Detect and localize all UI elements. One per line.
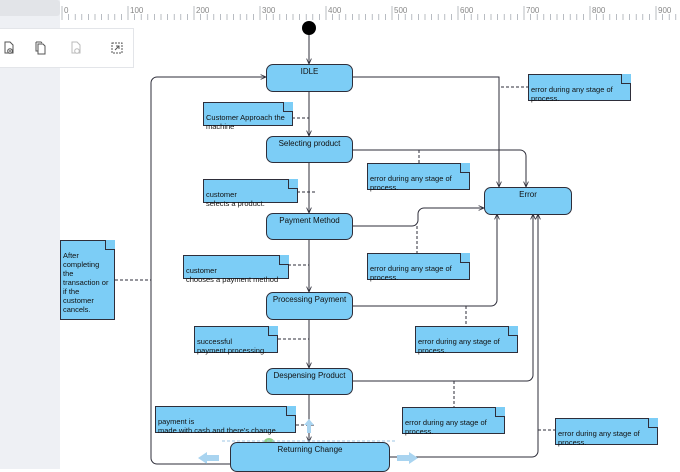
note-payment-cash-text: payment is made with cash and there's ch… [158, 417, 278, 435]
note-customer-chooses-text: customer chooses a payment method [186, 266, 279, 284]
note-error-4-text: error during any stage of process. [418, 337, 500, 355]
note-customer-chooses[interactable]: customer chooses a payment method [183, 255, 289, 284]
note-error-2[interactable]: error during any stage of process. [367, 163, 470, 192]
state-payment-method[interactable]: Payment Method [266, 213, 353, 240]
state-selecting-product[interactable]: Selecting product [266, 136, 353, 163]
transition-payment-error [352, 208, 484, 227]
state-error[interactable]: Error [484, 187, 572, 215]
note-error-3[interactable]: error during any stage of process. [367, 253, 470, 282]
note-error-5-text: error during any stage of process. [405, 418, 487, 436]
note-error-5[interactable]: error during any stage of process. [402, 407, 505, 436]
state-returning-change-label: Returning Change [277, 445, 343, 454]
note-error-1-text: error during any stage of process. [531, 85, 613, 103]
note-error-6-text: error during any stage of process. [558, 429, 640, 447]
state-processing-payment[interactable]: Processing Payment [266, 292, 353, 320]
state-processing-payment-label: Processing Payment [272, 295, 347, 304]
note-error-3-text: error during any stage of process. [370, 264, 452, 282]
state-selecting-product-label: Selecting product [278, 139, 341, 148]
note-error-1[interactable]: error during any stage of process. [528, 74, 631, 103]
note-error-4[interactable]: error during any stage of process. [415, 326, 518, 355]
state-payment-method-label: Payment Method [279, 216, 340, 225]
state-idle[interactable]: IDLE [266, 64, 353, 92]
note-customer-selects[interactable]: customer selects a product. [203, 179, 298, 208]
note-customer-selects-text: customer selects a product. [206, 190, 265, 208]
state-despensing-product-label: Despensing Product [273, 371, 346, 380]
note-after-completing-text: After completing the transaction or if t… [63, 251, 109, 314]
initial-state-node[interactable] [302, 21, 316, 35]
note-after-completing[interactable]: After completing the transaction or if t… [60, 240, 115, 320]
note-successful-payment[interactable]: successful payment processing. [194, 326, 278, 355]
state-returning-change[interactable]: Returning Change [230, 442, 390, 472]
state-despensing-product[interactable]: Despensing Product [266, 368, 353, 395]
note-error-2-text: error during any stage of process. [370, 174, 452, 192]
state-idle-label: IDLE [300, 67, 319, 76]
state-error-label: Error [519, 190, 537, 199]
note-payment-cash[interactable]: payment is made with cash and there's ch… [155, 406, 296, 435]
note-error-6[interactable]: error during any stage of process. [555, 418, 658, 447]
transition-despensing-error [352, 214, 533, 382]
note-successful-payment-text: successful payment processing. [197, 337, 267, 355]
note-customer-approach[interactable]: Customer Approach the machine [203, 102, 293, 131]
